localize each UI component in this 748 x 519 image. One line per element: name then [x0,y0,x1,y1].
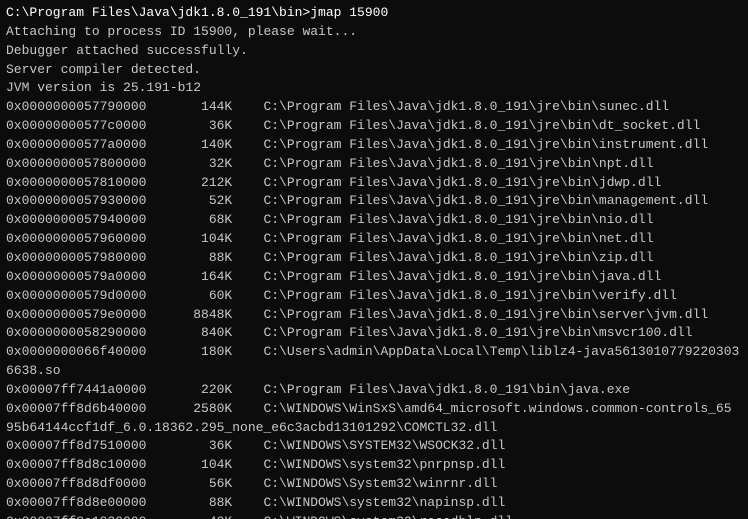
terminal-line: 0x00000000577a0000 140K C:\Program Files… [6,136,742,155]
terminal-line: 95b64144ccf1df_6.0.18362.295_none_e6c3ac… [6,419,742,438]
terminal-line: 0x00007ff7441a0000 220K C:\Program Files… [6,381,742,400]
terminal-line: 0x00007ff8d8e00000 88K C:\WINDOWS\system… [6,494,742,513]
terminal-line: 0x00007ff8d8c10000 104K C:\WINDOWS\syste… [6,456,742,475]
terminal-line: 0x0000000057960000 104K C:\Program Files… [6,230,742,249]
terminal-line: 6638.so [6,362,742,381]
terminal-line: 0x0000000057810000 212K C:\Program Files… [6,174,742,193]
terminal-line: 0x00007ff8e1930000 40K C:\WINDOWS\system… [6,513,742,519]
terminal-line: 0x0000000057790000 144K C:\Program Files… [6,98,742,117]
terminal-line: 0x0000000057800000 32K C:\Program Files\… [6,155,742,174]
terminal-line: 0x00000000579d0000 60K C:\Program Files\… [6,287,742,306]
terminal-line: Debugger attached successfully. [6,42,742,61]
terminal-line: 0x0000000057940000 68K C:\Program Files\… [6,211,742,230]
terminal-line: 0x0000000057930000 52K C:\Program Files\… [6,192,742,211]
terminal-window: C:\Program Files\Java\jdk1.8.0_191\bin>j… [0,0,748,519]
terminal-line: Server compiler detected. [6,61,742,80]
terminal-line: 0x00007ff8d8df0000 56K C:\WINDOWS\System… [6,475,742,494]
terminal-line: 0x00000000579a0000 164K C:\Program Files… [6,268,742,287]
terminal-line: JVM version is 25.191-b12 [6,79,742,98]
terminal-line: C:\Program Files\Java\jdk1.8.0_191\bin>j… [6,4,742,23]
terminal-line: 0x00007ff8d6b40000 2580K C:\WINDOWS\WinS… [6,400,742,419]
terminal-line: 0x00007ff8d7510000 36K C:\WINDOWS\SYSTEM… [6,437,742,456]
terminal-line: 0x0000000066f40000 180K C:\Users\admin\A… [6,343,742,362]
terminal-line: 0x0000000058290000 840K C:\Program Files… [6,324,742,343]
terminal-line: 0x00000000579e0000 8848K C:\Program File… [6,306,742,325]
terminal-line: 0x0000000057980000 88K C:\Program Files\… [6,249,742,268]
terminal-line: 0x00000000577c0000 36K C:\Program Files\… [6,117,742,136]
terminal-line: Attaching to process ID 15900, please wa… [6,23,742,42]
